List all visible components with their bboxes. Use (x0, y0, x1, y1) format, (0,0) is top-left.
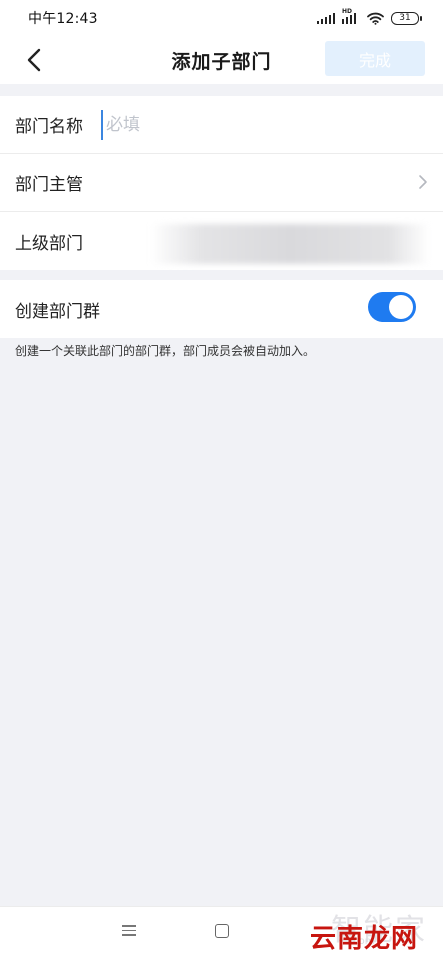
department-name-row: 部门名称 (0, 96, 443, 154)
chevron-right-icon (419, 175, 427, 189)
wifi-icon (367, 12, 384, 25)
department-form: 部门名称 部门主管 上级部门 (0, 96, 443, 270)
page-title: 添加子部门 (171, 50, 272, 73)
watermark-brand: 云南龙网 (310, 924, 419, 954)
department-name-label: 部门名称 (15, 117, 83, 137)
hd-signal-icon: HD (342, 8, 360, 24)
back-button[interactable] (18, 44, 50, 76)
department-manager-label: 部门主管 (15, 175, 83, 195)
done-button[interactable]: 完成 (325, 41, 425, 76)
department-name-input[interactable] (101, 109, 401, 140)
group-chat-section: 创建部门群 (0, 280, 443, 338)
group-chat-hint: 创建一个关联此部门的部门群，部门成员会被自动加入。 (15, 344, 316, 358)
create-group-chat-label: 创建部门群 (15, 301, 100, 322)
parent-department-value-redacted (150, 224, 430, 264)
screen: 中午12:43 HD 31 添加子部门 完成 部门名称 必填 部门主管 上级部门… (0, 0, 443, 960)
toggle-knob (389, 295, 413, 319)
status-icons: HD 31 (317, 8, 422, 25)
network-tag: HD (342, 8, 353, 15)
chevron-left-icon (27, 48, 41, 72)
status-bar: 中午12:43 HD 31 (0, 0, 443, 36)
signal-icon (317, 12, 335, 24)
department-manager-row[interactable]: 部门主管 (0, 154, 443, 212)
nav-bar: 添加子部门 完成 (0, 36, 443, 84)
parent-department-label: 上级部门 (15, 233, 83, 254)
battery-icon: 31 (391, 11, 422, 25)
menu-icon[interactable] (122, 925, 136, 937)
parent-department-row[interactable]: 上级部门 (0, 212, 443, 270)
status-time: 中午12:43 (28, 11, 98, 27)
create-group-chat-toggle[interactable] (368, 292, 416, 322)
home-button-icon[interactable] (215, 924, 229, 938)
create-group-chat-row: 创建部门群 (0, 280, 443, 338)
